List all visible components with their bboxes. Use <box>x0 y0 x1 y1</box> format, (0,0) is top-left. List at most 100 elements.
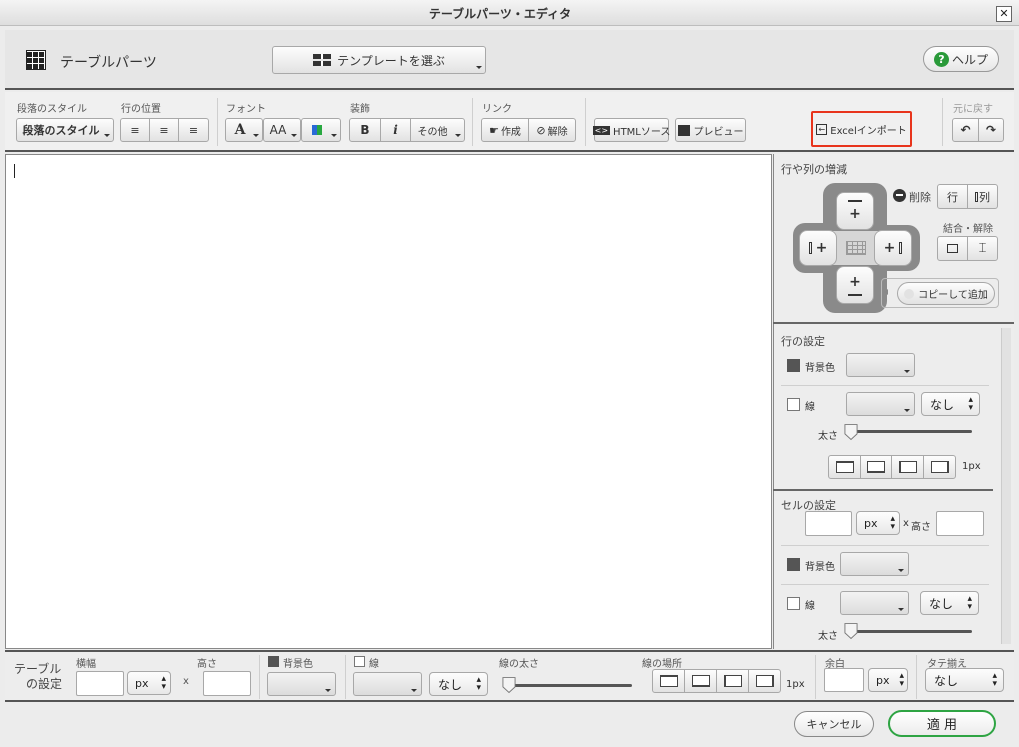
table-height-label: 高さ <box>197 659 217 670</box>
cell-line-checkbox[interactable] <box>787 597 800 610</box>
template-grid-icon <box>313 54 332 66</box>
merge-cells-button[interactable] <box>937 236 968 261</box>
other-deco-button[interactable]: その他 <box>410 118 465 142</box>
copy-add-label: コピーして追加 <box>918 290 988 301</box>
add-col-right-button[interactable]: + <box>874 230 912 266</box>
link-create-button[interactable]: ☛ 作成 <box>481 118 529 142</box>
window-close-button[interactable]: ✕ <box>996 6 1012 22</box>
table-thickness-value: 1px <box>786 679 805 690</box>
divider <box>781 385 989 386</box>
bottom-divider <box>916 655 917 699</box>
row-bg-swatch[interactable] <box>846 353 915 377</box>
table-center-icon <box>846 241 866 255</box>
table-x-label: x <box>183 676 189 687</box>
row-line-style-select[interactable]: なし ▴ ▾ <box>921 392 980 416</box>
apply-button[interactable]: 適 用 <box>888 710 996 737</box>
preview-icon <box>677 124 690 136</box>
cancel-button[interactable]: キャンセル <box>794 711 874 737</box>
table-valign-select[interactable]: なし ▴ ▾ <box>925 668 1004 692</box>
row-line-checkbox[interactable] <box>787 398 800 411</box>
table-margin-unit-select[interactable]: px ▴ ▾ <box>868 668 908 692</box>
undo-icon: ↶ <box>960 123 971 137</box>
panel-divider <box>773 322 1014 324</box>
row-thickness-thumb[interactable] <box>844 423 858 441</box>
border-top-icon <box>835 461 854 473</box>
updown-icon: ▴ ▾ <box>161 674 166 692</box>
row-bg-label: 背景色 <box>805 363 835 374</box>
row-border-top-button[interactable] <box>828 455 861 479</box>
bottom-divider <box>815 655 816 699</box>
plus-icon: + <box>849 274 861 290</box>
table-border-right-button[interactable] <box>748 669 781 693</box>
row-line-style-value: なし <box>930 397 955 412</box>
link-remove-button[interactable]: ⊘ 解除 <box>528 118 576 142</box>
align-right-button[interactable]: ≡ <box>178 118 209 142</box>
font-size-button[interactable]: AA <box>263 118 301 142</box>
merge-icon <box>947 244 958 253</box>
cell-line-color-swatch[interactable] <box>840 591 909 615</box>
redo-button[interactable]: ↷ <box>978 118 1004 142</box>
delete-label: 削除 <box>909 191 931 204</box>
cell-thickness-thumb[interactable] <box>844 622 858 640</box>
table-line-style-select[interactable]: なし ▴ ▾ <box>429 672 488 696</box>
text-cursor <box>14 164 15 178</box>
cell-bg-swatch[interactable] <box>840 552 909 576</box>
cell-bg-checkbox[interactable] <box>787 558 800 571</box>
table-width-unit-select[interactable]: px ▴ ▾ <box>127 671 171 695</box>
font-size-icon: AA <box>269 123 287 137</box>
divider <box>781 545 989 546</box>
template-select-label: テンプレートを選ぶ <box>337 53 445 68</box>
copy-add-button[interactable]: コピーして追加 <box>897 282 995 305</box>
row-bg-checkbox[interactable] <box>787 359 800 372</box>
table-line-checkbox[interactable] <box>354 656 365 667</box>
redo-icon: ↷ <box>985 123 997 137</box>
split-cells-button[interactable]: ⌶ <box>967 236 998 261</box>
para-style-button[interactable]: 段落のスタイル <box>16 118 114 142</box>
updown-icon: ▴ ▾ <box>899 671 904 689</box>
font-color-button[interactable]: A <box>225 118 263 142</box>
table-margin-input[interactable] <box>824 668 864 692</box>
row-border-bottom-button[interactable] <box>860 455 892 479</box>
table-border-bottom-button[interactable] <box>684 669 717 693</box>
cell-width-unit-value: px <box>864 516 878 530</box>
table-editor-area[interactable] <box>5 154 772 649</box>
undo-button[interactable]: ↶ <box>952 118 979 142</box>
bold-button[interactable]: B <box>349 118 381 142</box>
table-border-left-button[interactable] <box>716 669 749 693</box>
template-select-button[interactable]: テンプレートを選ぶ <box>272 46 486 74</box>
bg-color-button[interactable] <box>301 118 341 142</box>
table-thickness-thumb[interactable] <box>502 676 516 694</box>
preview-button[interactable]: プレビュー <box>675 118 746 142</box>
add-col-left-button[interactable]: + <box>799 230 837 266</box>
table-line-color-swatch[interactable] <box>353 672 422 696</box>
bottom-divider <box>345 655 346 699</box>
table-border-top-button[interactable] <box>652 669 685 693</box>
link-remove-label: 解除 <box>547 126 568 138</box>
cell-width-input[interactable] <box>805 511 852 536</box>
border-bottom-icon <box>691 675 710 687</box>
row-border-left-button[interactable] <box>891 455 924 479</box>
add-row-above-button[interactable]: + <box>836 192 874 230</box>
cell-line-style-select[interactable]: なし ▴ ▾ <box>920 591 979 615</box>
row-border-right-button[interactable] <box>923 455 956 479</box>
cell-height-input[interactable] <box>936 511 984 536</box>
row-settings-title: 行の設定 <box>781 335 825 348</box>
toolbar-divider <box>942 98 943 146</box>
table-width-input[interactable] <box>76 671 124 696</box>
help-button[interactable]: ? ヘルプ <box>923 46 999 72</box>
delete-col-button[interactable]: 列 <box>967 184 998 209</box>
table-bg-checkbox[interactable] <box>268 656 279 667</box>
row-line-color-swatch[interactable] <box>846 392 915 416</box>
cell-width-unit-select[interactable]: px ▴ ▾ <box>856 511 900 535</box>
align-center-button[interactable]: ≡ <box>149 118 179 142</box>
align-left-button[interactable]: ≡ <box>120 118 150 142</box>
row-thickness-track <box>848 430 972 433</box>
delete-row-button[interactable]: 行 <box>937 184 968 209</box>
html-source-button[interactable]: <> HTMLソース <box>592 118 670 142</box>
plus-icon: + <box>849 206 861 222</box>
add-row-below-button[interactable]: + <box>836 266 874 304</box>
table-height-input[interactable] <box>203 671 251 696</box>
table-bg-swatch[interactable] <box>267 672 336 696</box>
italic-button[interactable]: i <box>380 118 411 142</box>
excel-import-button[interactable]: ← Excelインポート <box>815 117 908 141</box>
